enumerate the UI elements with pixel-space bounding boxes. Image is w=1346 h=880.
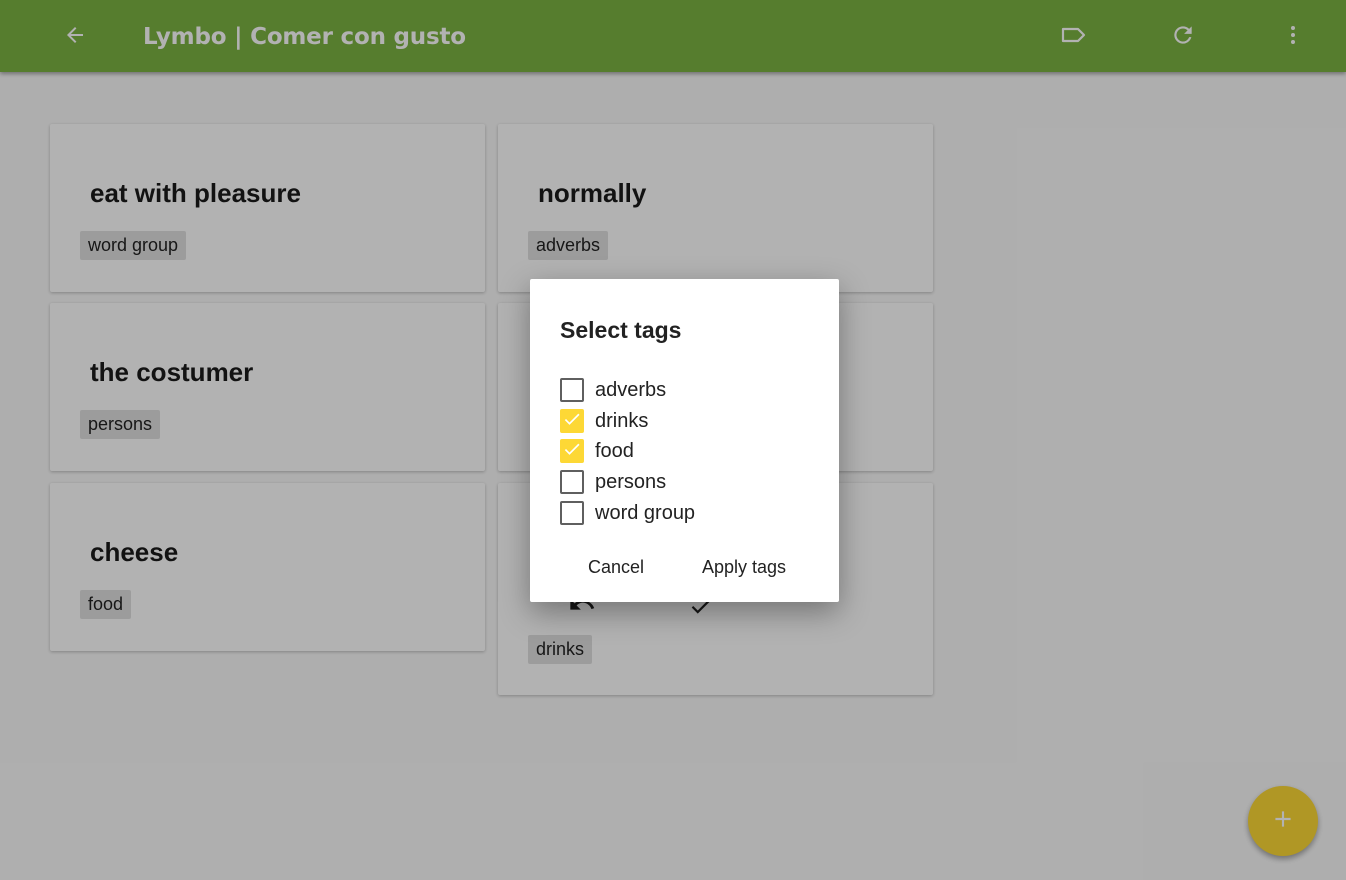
- check-icon: [562, 439, 582, 464]
- apply-tags-button[interactable]: Apply tags: [702, 557, 786, 578]
- checkbox[interactable]: [560, 439, 584, 463]
- tag-option-label: drinks: [595, 409, 649, 432]
- select-tags-dialog: Select tags adverbs drinks food persons: [530, 279, 839, 602]
- tag-option-drinks[interactable]: drinks: [560, 408, 810, 434]
- dialog-title: Select tags: [560, 317, 682, 343]
- tag-option-label: adverbs: [595, 378, 667, 401]
- checkbox[interactable]: [560, 378, 584, 402]
- tag-option-word-group[interactable]: word group: [560, 500, 810, 526]
- tag-option-food[interactable]: food: [560, 438, 810, 464]
- checkbox[interactable]: [560, 501, 584, 525]
- tag-option-label: word group: [595, 501, 696, 524]
- tag-option-persons[interactable]: persons: [560, 469, 810, 495]
- checkbox[interactable]: [560, 409, 584, 433]
- tag-option-label: food: [595, 439, 634, 462]
- cancel-button[interactable]: Cancel: [588, 557, 644, 578]
- tag-option-adverbs[interactable]: adverbs: [560, 377, 810, 403]
- tag-option-label: persons: [595, 470, 667, 493]
- checkbox[interactable]: [560, 470, 584, 494]
- check-icon: [562, 409, 582, 434]
- app-root: Lymbo | Comer con gusto eat with pleasur…: [0, 0, 1346, 880]
